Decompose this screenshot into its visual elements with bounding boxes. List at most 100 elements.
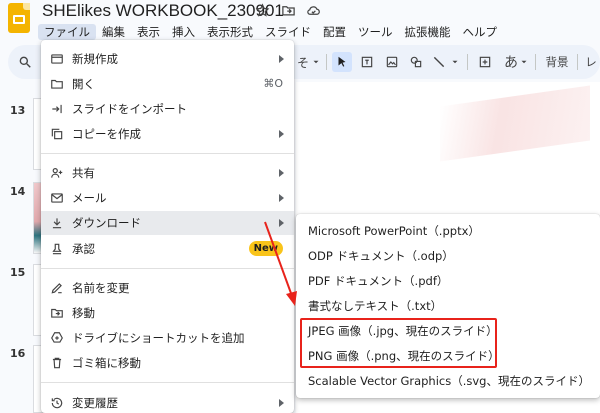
annotation-highlight-box — [300, 318, 497, 368]
new-badge: New — [248, 241, 283, 256]
import-icon — [49, 101, 65, 117]
menu-bar: ファイル 編集 表示 挿入 表示形式 スライド 配置 ツール 拡張機能 ヘルプ — [38, 24, 503, 40]
menu-item-new[interactable]: 新規作成 — [41, 47, 294, 71]
download-option-label: Scalable Vector Graphics（.svg、現在のスライド） — [308, 374, 590, 388]
document-title[interactable]: SHElikes WORKBOOK_230901 — [42, 0, 284, 22]
menu-tools[interactable]: ツール — [352, 24, 399, 40]
menu-item-email[interactable]: メール — [41, 186, 294, 210]
slides-logo-icon[interactable] — [8, 3, 30, 33]
mail-icon — [49, 190, 65, 206]
partial-dropdown-label[interactable]: そ — [296, 52, 310, 72]
download-icon — [49, 215, 65, 231]
download-submenu: Microsoft PowerPoint（.pptx） ODP ドキュメント（.… — [296, 214, 600, 398]
history-icon — [49, 395, 65, 411]
menu-item-move-to-trash[interactable]: ゴミ箱に移動 — [41, 351, 294, 375]
submenu-arrow-icon — [279, 194, 284, 202]
download-option-pptx[interactable]: Microsoft PowerPoint（.pptx） — [296, 219, 600, 243]
menu-item-label: ダウンロード — [72, 216, 141, 230]
submenu-arrow-icon — [279, 55, 284, 63]
chevron-down-icon[interactable] — [311, 52, 321, 72]
cloud-status-icon[interactable] — [305, 2, 321, 18]
rename-icon — [49, 280, 65, 296]
menu-slide[interactable]: スライド — [259, 24, 317, 40]
menu-divider — [41, 382, 294, 383]
slide-number-15: 15 — [10, 266, 26, 279]
submenu-arrow-icon — [279, 399, 284, 407]
ime-chevron-down-icon[interactable] — [519, 52, 529, 72]
submenu-arrow-icon — [279, 130, 284, 138]
slide-number-16: 16 — [10, 347, 26, 360]
slide-number-13: 13 — [10, 104, 26, 117]
move-to-folder-icon[interactable] — [280, 2, 296, 18]
menu-item-label: ゴミ箱に移動 — [72, 356, 141, 370]
folder-open-icon — [49, 76, 65, 92]
menu-item-label: 新規作成 — [72, 52, 118, 66]
menu-item-label: スライドをインポート — [72, 102, 187, 116]
menu-item-label: 開く — [72, 77, 95, 91]
menu-help[interactable]: ヘルプ — [457, 24, 504, 40]
copy-icon — [49, 126, 65, 142]
download-option-odp[interactable]: ODP ドキュメント（.odp） — [296, 244, 600, 268]
toolbar-divider — [535, 54, 536, 70]
textbox-icon[interactable] — [357, 52, 377, 72]
download-option-pdf[interactable]: PDF ドキュメント（.pdf） — [296, 269, 600, 293]
approval-icon — [49, 241, 65, 257]
share-icon — [49, 165, 65, 181]
menu-item-label: 変更履歴 — [72, 396, 118, 410]
menu-file[interactable]: ファイル — [38, 24, 96, 40]
slide-number-14: 14 — [10, 185, 26, 198]
add-comment-icon[interactable] — [475, 52, 495, 72]
menu-item-label: 共有 — [72, 166, 95, 180]
menu-item-version-history[interactable]: 変更履歴 — [41, 391, 294, 413]
toolbar-divider — [326, 54, 327, 70]
menu-insert[interactable]: 挿入 — [166, 24, 201, 40]
toolbar-divider — [467, 54, 468, 70]
menu-item-label: コピーを作成 — [72, 127, 141, 141]
menu-extensions[interactable]: 拡張機能 — [399, 24, 457, 40]
download-option-label: ODP ドキュメント（.odp） — [308, 249, 454, 263]
menu-format[interactable]: 表示形式 — [201, 24, 259, 40]
menu-item-label: ドライブにショートカットを追加 — [72, 331, 245, 345]
menu-item-approvals[interactable]: 承認 New — [41, 237, 294, 261]
download-option-label: PDF ドキュメント（.pdf） — [308, 274, 449, 288]
menu-item-label: 承認 — [72, 242, 95, 256]
menu-view[interactable]: 表示 — [131, 24, 166, 40]
layout-button[interactable]: レ — [584, 52, 598, 72]
menu-item-rename[interactable]: 名前を変更 — [41, 276, 294, 300]
toolbar-divider — [577, 54, 578, 70]
download-option-label: Microsoft PowerPoint（.pptx） — [308, 224, 480, 238]
menu-item-open[interactable]: 開く ⌘O — [41, 72, 294, 96]
menu-item-share[interactable]: 共有 — [41, 161, 294, 185]
image-icon[interactable] — [382, 52, 402, 72]
submenu-arrow-icon — [279, 169, 284, 177]
menu-edit[interactable]: 編集 — [96, 24, 131, 40]
select-cursor-icon[interactable] — [332, 52, 352, 72]
menu-divider — [41, 153, 294, 154]
menu-item-label: 移動 — [72, 306, 95, 320]
menu-item-add-shortcut[interactable]: ドライブにショートカットを追加 — [41, 326, 294, 350]
line-chevron-down-icon[interactable] — [450, 52, 460, 72]
keyboard-shortcut: ⌘O — [263, 77, 283, 90]
star-icon[interactable] — [254, 2, 270, 18]
menu-item-label: メール — [72, 191, 107, 205]
menu-item-import-slides[interactable]: スライドをインポート — [41, 97, 294, 121]
menu-arrange[interactable]: 配置 — [317, 24, 352, 40]
search-icon[interactable] — [16, 52, 34, 72]
trash-icon — [49, 355, 65, 371]
download-option-svg[interactable]: Scalable Vector Graphics（.svg、現在のスライド） — [296, 369, 600, 393]
download-option-label: 書式なしテキスト（.txt） — [308, 299, 443, 313]
menu-item-make-copy[interactable]: コピーを作成 — [41, 122, 294, 146]
slides-icon — [49, 51, 65, 67]
file-menu: 新規作成 開く ⌘O スライドをインポート コピーを作成 共有 メール ダウンロ… — [41, 40, 294, 413]
submenu-arrow-icon — [279, 219, 284, 227]
input-tools-button[interactable]: あ — [503, 52, 519, 72]
download-option-txt[interactable]: 書式なしテキスト（.txt） — [296, 294, 600, 318]
menu-divider — [41, 268, 294, 269]
drive-shortcut-icon — [49, 330, 65, 346]
menu-item-move[interactable]: 移動 — [41, 301, 294, 325]
line-icon[interactable] — [430, 52, 448, 72]
move-icon — [49, 305, 65, 321]
menu-item-download[interactable]: ダウンロード — [41, 211, 294, 235]
background-button[interactable]: 背景 — [543, 52, 571, 72]
shape-icon[interactable] — [406, 52, 426, 72]
